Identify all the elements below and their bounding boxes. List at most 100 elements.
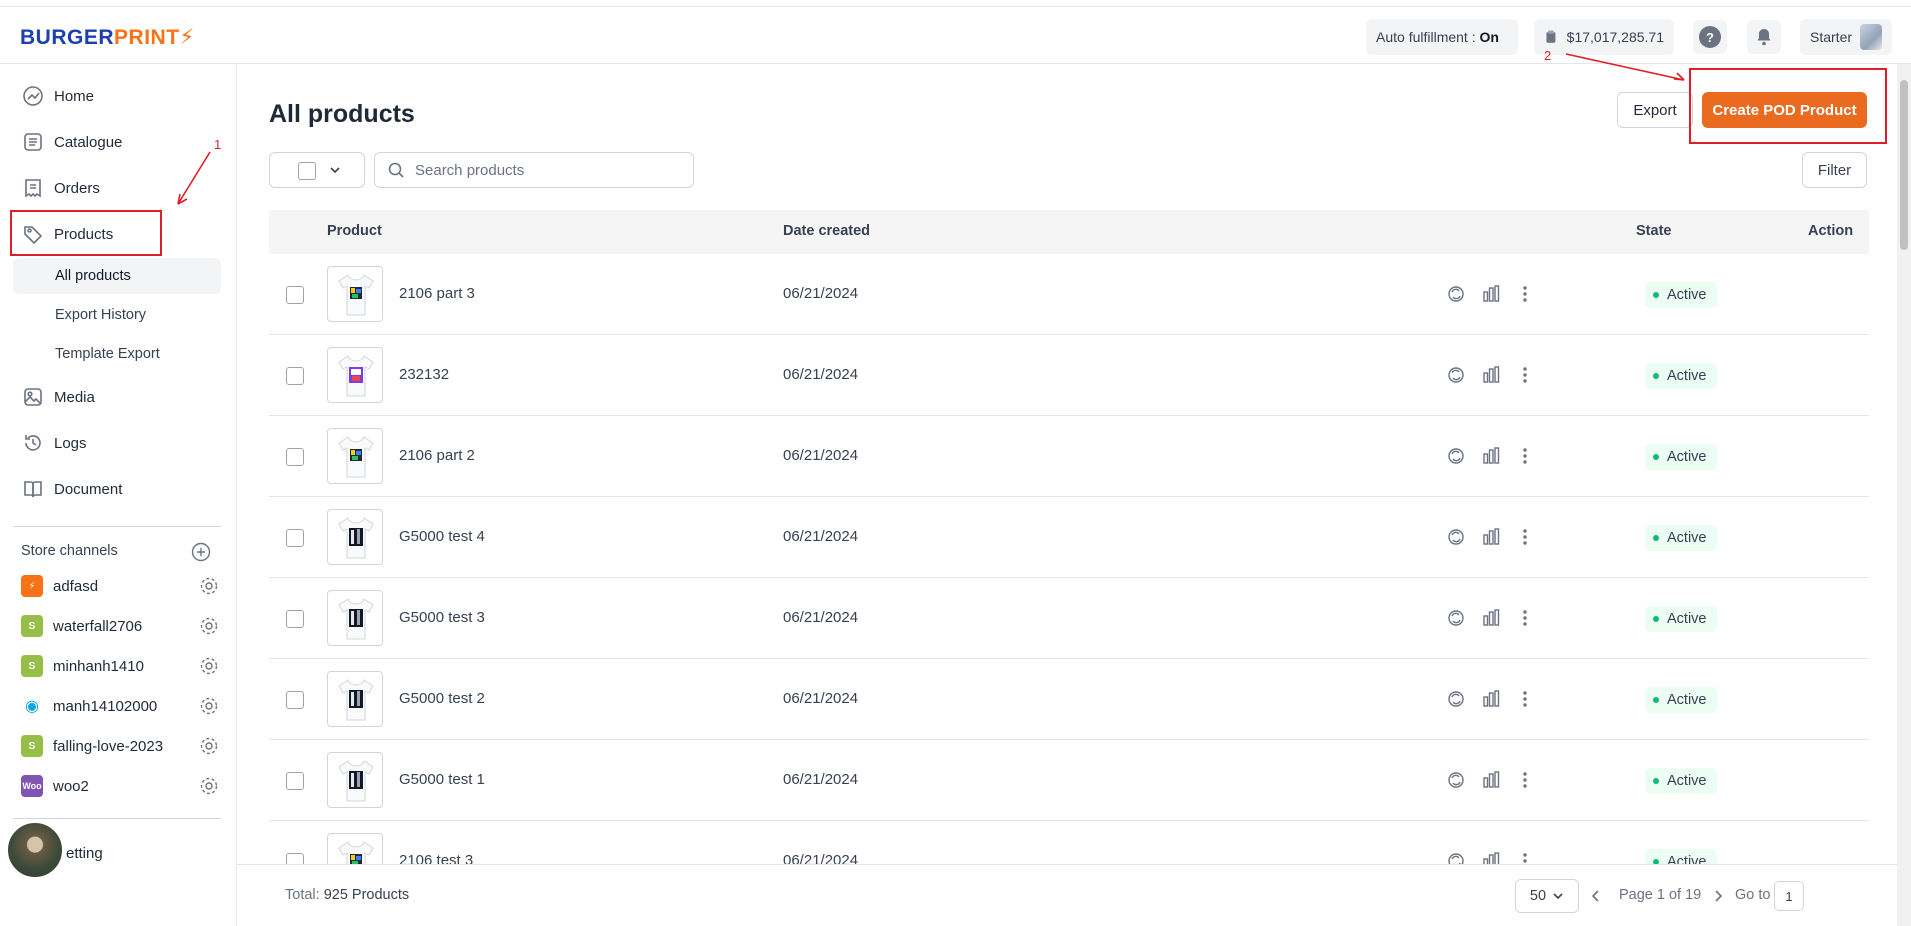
row-checkbox[interactable] [286, 691, 304, 709]
bar-chart-icon[interactable] [1480, 769, 1502, 791]
more-options-icon[interactable] [1514, 445, 1536, 467]
channel-item[interactable]: ⚡ adfasd [21, 571, 221, 601]
row-checkbox[interactable] [286, 448, 304, 466]
channel-item[interactable]: Woo woo2 [21, 771, 221, 801]
scrollbar-thumb[interactable] [1900, 80, 1908, 250]
select-all-checkbox[interactable] [298, 162, 316, 180]
sync-icon[interactable] [1445, 283, 1467, 305]
product-name[interactable]: 2106 part 2 [399, 447, 475, 464]
sidebar-item-document[interactable]: Document [14, 469, 220, 509]
table-row[interactable]: 2106 part 3 06/21/2024 Active [269, 254, 1869, 335]
product-name[interactable]: 232132 [399, 366, 449, 383]
product-thumbnail[interactable] [327, 671, 383, 727]
sidebar-item-logs[interactable]: Logs [14, 423, 220, 463]
bar-chart-icon[interactable] [1480, 364, 1502, 386]
filter-button[interactable]: Filter [1802, 152, 1867, 188]
more-options-icon[interactable] [1514, 688, 1536, 710]
notification-button[interactable] [1747, 20, 1781, 54]
sync-icon[interactable] [1445, 445, 1467, 467]
gear-icon[interactable] [199, 696, 219, 716]
product-thumbnail[interactable] [327, 833, 383, 864]
row-checkbox[interactable] [286, 529, 304, 547]
channel-item[interactable]: S minhanh1410 [21, 651, 221, 681]
gear-icon[interactable] [199, 736, 219, 756]
auto-fulfillment-toggle[interactable]: Auto fulfillment : On [1366, 19, 1518, 55]
sidebar-divider [13, 526, 221, 527]
table-row[interactable]: 2106 part 2 06/21/2024 Active [269, 416, 1869, 497]
row-checkbox[interactable] [286, 367, 304, 385]
sync-icon[interactable] [1445, 688, 1467, 710]
row-checkbox[interactable] [286, 853, 304, 864]
product-thumbnail[interactable] [327, 347, 383, 403]
table-row[interactable]: G5000 test 3 06/21/2024 Active [269, 578, 1869, 659]
product-name[interactable]: G5000 test 1 [399, 771, 485, 788]
bulk-select-dropdown[interactable] [269, 152, 365, 188]
table-row[interactable]: 2106 test 3 06/21/2024 Active [269, 821, 1869, 864]
more-options-icon[interactable] [1514, 769, 1536, 791]
goto-page-input[interactable]: 1 [1774, 881, 1804, 911]
table-row[interactable]: G5000 test 1 06/21/2024 Active [269, 740, 1869, 821]
product-name[interactable]: 2106 part 3 [399, 285, 475, 302]
product-name[interactable]: 2106 test 3 [399, 852, 473, 864]
gear-icon[interactable] [199, 616, 219, 636]
table-row[interactable]: 232132 06/21/2024 Active [269, 335, 1869, 416]
next-page-icon[interactable] [1712, 889, 1724, 903]
gear-icon[interactable] [199, 776, 219, 796]
sync-icon[interactable] [1445, 607, 1467, 629]
sync-icon[interactable] [1445, 769, 1467, 791]
gear-icon[interactable] [199, 576, 219, 596]
bar-chart-icon[interactable] [1480, 445, 1502, 467]
column-date-created[interactable]: Date created [783, 223, 870, 239]
user-avatar-bubble[interactable] [6, 821, 64, 879]
row-checkbox[interactable] [286, 772, 304, 790]
sidebar-subitem-export-history[interactable]: Export History [13, 297, 221, 333]
product-thumbnail[interactable] [327, 428, 383, 484]
search-input[interactable]: Search products [374, 152, 694, 188]
product-name[interactable]: G5000 test 2 [399, 690, 485, 707]
sidebar-item-setting[interactable]: etting [66, 838, 266, 868]
sidebar-subitem-all-products[interactable]: All products [13, 258, 221, 294]
bar-chart-icon[interactable] [1480, 607, 1502, 629]
table-row[interactable]: G5000 test 2 06/21/2024 Active [269, 659, 1869, 740]
sidebar-item-media[interactable]: Media [14, 377, 220, 417]
row-checkbox[interactable] [286, 286, 304, 304]
more-options-icon[interactable] [1514, 283, 1536, 305]
status-badge: Active [1645, 768, 1717, 794]
export-button[interactable]: Export [1617, 92, 1693, 128]
prev-page-icon[interactable] [1590, 889, 1602, 903]
sync-icon[interactable] [1445, 850, 1467, 864]
gear-icon[interactable] [199, 656, 219, 676]
more-options-icon[interactable] [1514, 607, 1536, 629]
per-page-select[interactable]: 50 [1515, 879, 1579, 913]
column-action: Action [1808, 223, 1854, 239]
sync-icon[interactable] [1445, 364, 1467, 386]
bar-chart-icon[interactable] [1480, 283, 1502, 305]
more-options-icon[interactable] [1514, 364, 1536, 386]
more-options-icon[interactable] [1514, 850, 1536, 864]
channel-item[interactable]: S waterfall2706 [21, 611, 221, 641]
account-menu[interactable]: Starter [1800, 19, 1892, 55]
product-thumbnail[interactable] [327, 266, 383, 322]
sidebar-item-home[interactable]: Home [14, 76, 220, 116]
bar-chart-icon[interactable] [1480, 688, 1502, 710]
bar-chart-icon[interactable] [1480, 850, 1502, 864]
tshirt-image [338, 274, 374, 316]
column-product[interactable]: Product [327, 223, 382, 239]
sidebar-subitem-template-export[interactable]: Template Export [13, 336, 221, 372]
product-name[interactable]: G5000 test 3 [399, 609, 485, 626]
add-channel-icon[interactable] [191, 542, 211, 562]
row-checkbox[interactable] [286, 610, 304, 628]
table-row[interactable]: G5000 test 4 06/21/2024 Active [269, 497, 1869, 578]
product-name[interactable]: G5000 test 4 [399, 528, 485, 545]
channel-item[interactable]: ◉ manh14102000 [21, 691, 221, 721]
product-thumbnail[interactable] [327, 752, 383, 808]
channel-item[interactable]: S falling-love-2023 [21, 731, 221, 761]
product-thumbnail[interactable] [327, 509, 383, 565]
bar-chart-icon[interactable] [1480, 526, 1502, 548]
more-options-icon[interactable] [1514, 526, 1536, 548]
brand-logo[interactable]: BURGERPRINT⚡ [20, 25, 195, 50]
product-thumbnail[interactable] [327, 590, 383, 646]
help-button[interactable]: ? [1693, 20, 1727, 54]
column-state[interactable]: State [1636, 223, 1671, 239]
sync-icon[interactable] [1445, 526, 1467, 548]
